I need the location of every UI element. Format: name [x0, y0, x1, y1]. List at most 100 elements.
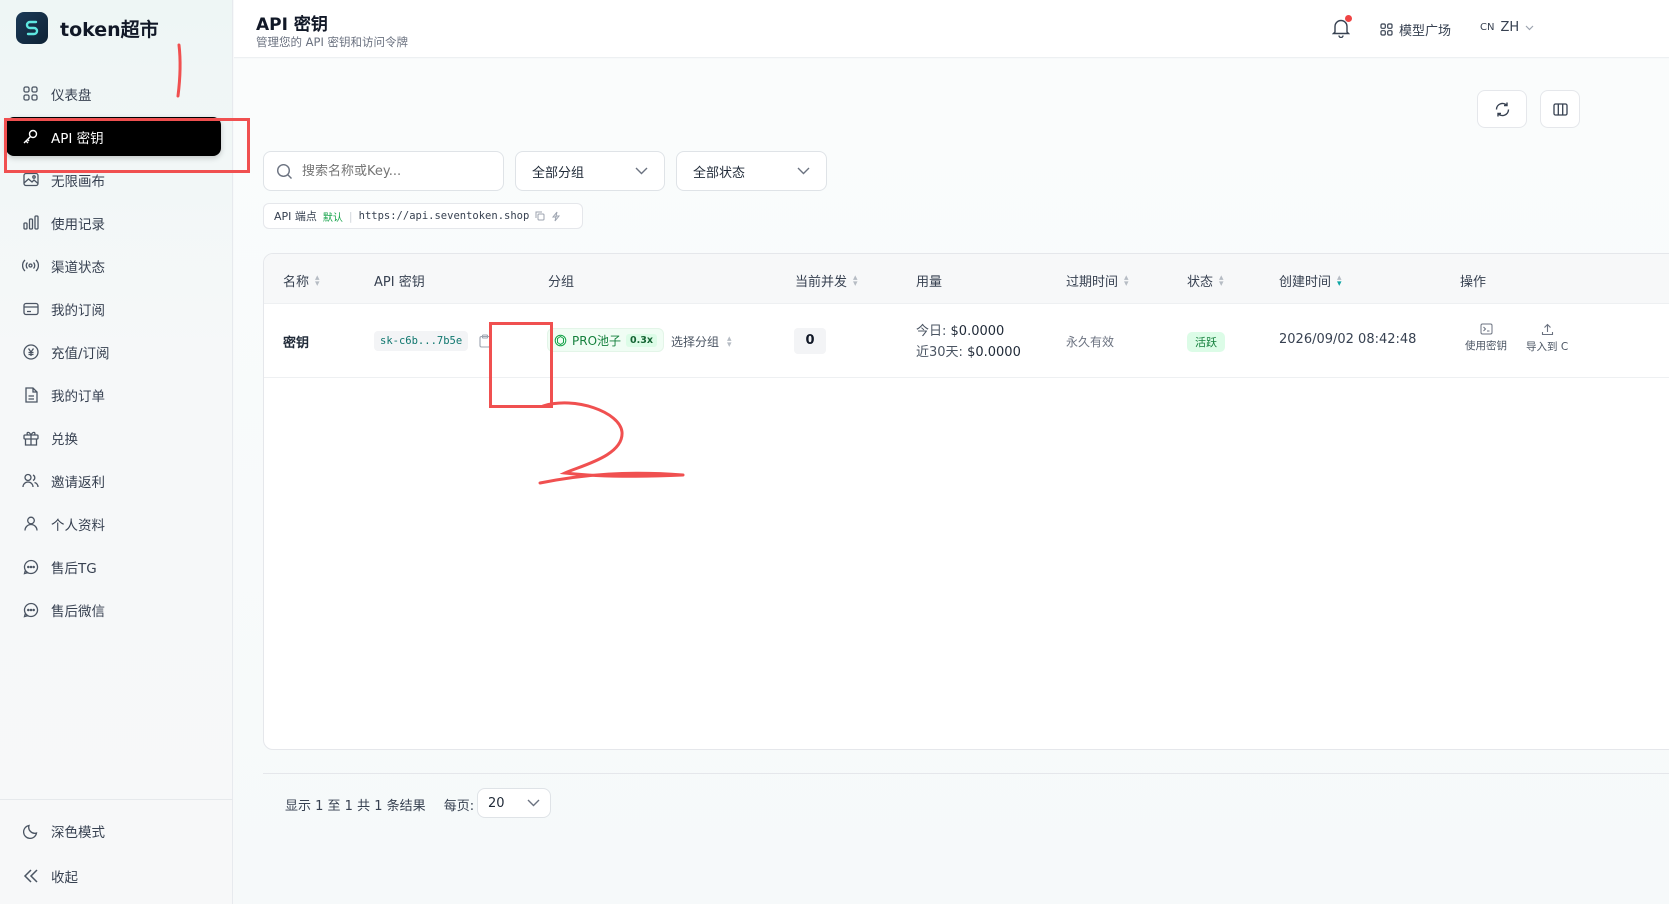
dark-mode-label: 深色模式 [51, 824, 105, 841]
copy-icon[interactable] [535, 211, 545, 221]
bolt-icon[interactable] [551, 211, 561, 222]
column-header-name[interactable]: 名称 ▴ ▾ [283, 271, 320, 290]
endpoint-url[interactable]: https://api.seventoken.shop [359, 210, 530, 222]
models-marketplace-label: 模型广场 [1399, 24, 1452, 39]
upload-icon [1541, 323, 1553, 336]
sidebar-item-label: 充值/订阅 [51, 345, 110, 362]
sidebar-item-usage[interactable]: 使用记录 [0, 201, 233, 244]
collapse-sidebar-button[interactable]: 收起 [0, 853, 233, 898]
chevron-down-icon [635, 167, 648, 175]
brand-name: token超市 [60, 18, 159, 41]
sidebar-item-orders[interactable]: 我的订单 [0, 373, 233, 416]
refresh-icon [1495, 102, 1509, 116]
import-button[interactable]: 导入到 C [1526, 323, 1568, 354]
page-size-select[interactable]: 20 [477, 788, 551, 818]
status-filter-select[interactable]: 全部状态 [676, 151, 827, 191]
api-key-value[interactable]: sk-c6b...7b5e [374, 331, 469, 351]
sidebar-item-label: 我的订单 [51, 388, 105, 405]
notification-button[interactable] [1331, 15, 1352, 39]
sort-desc-icon: ▴ ▾ [1337, 272, 1342, 289]
page-subtitle: 管理您的 API 密钥和访问令牌 [256, 35, 409, 49]
sidebar-item-dashboard[interactable]: 仪表盘 [0, 72, 233, 115]
chat-icon [22, 601, 39, 618]
collapse-label: 收起 [51, 869, 78, 886]
clipboard-icon[interactable] [479, 334, 491, 348]
usage-today-label: 今日: [916, 324, 947, 339]
created-value: 2026/09/02 08:42:48 [1279, 332, 1417, 347]
dark-mode-toggle[interactable]: 深色模式 [0, 808, 233, 853]
sidebar-item-api-keys[interactable]: API 密钥 [6, 117, 221, 156]
column-header-concurrent[interactable]: 当前并发 ▴ ▾ [795, 271, 858, 290]
column-header-actions: 操作 [1460, 275, 1487, 290]
chevron-down-icon [527, 799, 540, 807]
brand[interactable]: token超市 [16, 12, 159, 44]
sidebar-item-label: 个人资料 [51, 517, 105, 534]
table-row: 密钥 sk-c6b...7b5e PRO池子 0.3x 选择分组 ▴ ▾ 0 今日… [264, 304, 1669, 378]
grid-icon [1380, 23, 1393, 36]
endpoint-default-badge: 默认 [322, 212, 343, 224]
sidebar-item-label: 渠道状态 [51, 259, 105, 276]
chevron-down-icon [797, 167, 810, 175]
sidebar-item-recharge[interactable]: 充值/订阅 [0, 330, 233, 373]
use-key-button[interactable]: 使用密钥 [1465, 323, 1507, 353]
sidebar-item-canvas[interactable]: 无限画布 [0, 158, 233, 201]
dashboard-icon [22, 85, 39, 102]
language-prefix: CN [1480, 22, 1495, 33]
sidebar-item-label: 使用记录 [51, 216, 105, 233]
sidebar-item-referral[interactable]: 邀请返利 [0, 459, 233, 502]
language-switcher[interactable]: CN ZH [1480, 20, 1534, 35]
group-multiplier: 0.3x [626, 333, 657, 347]
group-name: PRO池子 [572, 333, 622, 348]
page-title: API 密钥 [256, 15, 328, 35]
sort-icon: ▴ ▾ [315, 272, 320, 289]
sort-icon: ▴ ▾ [1219, 272, 1224, 289]
import-label: 导入到 C [1526, 341, 1569, 353]
api-keys-table: 名称 ▴ ▾ API 密钥 分组 当前并发 ▴ ▾ 用量 过期时间 ▴ ▾ 状态 ▴ ▾ 创建时… [263, 253, 1669, 750]
card-icon [22, 300, 39, 317]
group-filter-select[interactable]: 全部分组 [515, 151, 665, 191]
use-key-label: 使用密钥 [1465, 340, 1507, 352]
moon-icon [22, 822, 39, 839]
group-badge: PRO池子 0.3x [547, 328, 664, 352]
column-header-usage: 用量 [916, 275, 943, 290]
column-header-expires[interactable]: 过期时间 ▴ ▾ [1066, 271, 1129, 290]
language-label: ZH [1500, 20, 1520, 35]
usage-today-value: $0.0000 [950, 324, 1005, 339]
column-header-key: API 密钥 [374, 275, 425, 290]
sidebar-item-profile[interactable]: 个人资料 [0, 502, 233, 545]
column-header-group: 分组 [548, 275, 575, 290]
sidebar-item-redeem[interactable]: 兑换 [0, 416, 233, 459]
sidebar-item-label: 邀请返利 [51, 474, 105, 491]
search-box[interactable] [263, 151, 504, 191]
select-group-button[interactable]: 选择分组 ▴ ▾ [671, 333, 732, 350]
usage-30d-label: 近30天: [916, 345, 963, 360]
refresh-button[interactable] [1477, 90, 1527, 128]
models-marketplace-link[interactable]: 模型广场 [1380, 20, 1451, 39]
sidebar-item-label: 仪表盘 [51, 87, 92, 104]
columns-button[interactable] [1540, 90, 1580, 128]
sidebar-item-support-wechat[interactable]: 售后微信 [0, 588, 233, 631]
search-input[interactable] [302, 163, 492, 179]
divider: | [348, 209, 353, 223]
search-icon [276, 163, 292, 179]
main-content: 全部分组 全部状态 API 端点 默认 | https://api.sevent… [234, 59, 1669, 904]
users-icon [22, 472, 39, 489]
sidebar-nav: 仪表盘 API 密钥 无限画布 使用记录 渠道状态 我的订阅 充值/订阅 我的订… [0, 72, 233, 631]
sidebar-item-support-tg[interactable]: 售后TG [0, 545, 233, 588]
select-group-label: 选择分组 [671, 335, 720, 349]
collapse-icon [22, 867, 39, 884]
sidebar-item-subscriptions[interactable]: 我的订阅 [0, 287, 233, 330]
sidebar-item-label: 我的订阅 [51, 302, 105, 319]
expires-value: 永久有效 [1066, 335, 1115, 349]
terminal-icon [1480, 323, 1492, 335]
column-header-status[interactable]: 状态 ▴ ▾ [1187, 271, 1224, 290]
document-icon [22, 386, 39, 403]
sort-icon: ▴ ▾ [1124, 272, 1129, 289]
sidebar-item-label: API 密钥 [51, 130, 104, 147]
status-badge: 活跃 [1187, 332, 1225, 352]
updown-icon: ▴ ▾ [727, 333, 732, 350]
sort-icon: ▴ ▾ [853, 272, 858, 289]
openai-icon [554, 334, 567, 346]
sidebar-item-channel-status[interactable]: 渠道状态 [0, 244, 233, 287]
column-header-created[interactable]: 创建时间 ▴ ▾ [1279, 271, 1342, 290]
